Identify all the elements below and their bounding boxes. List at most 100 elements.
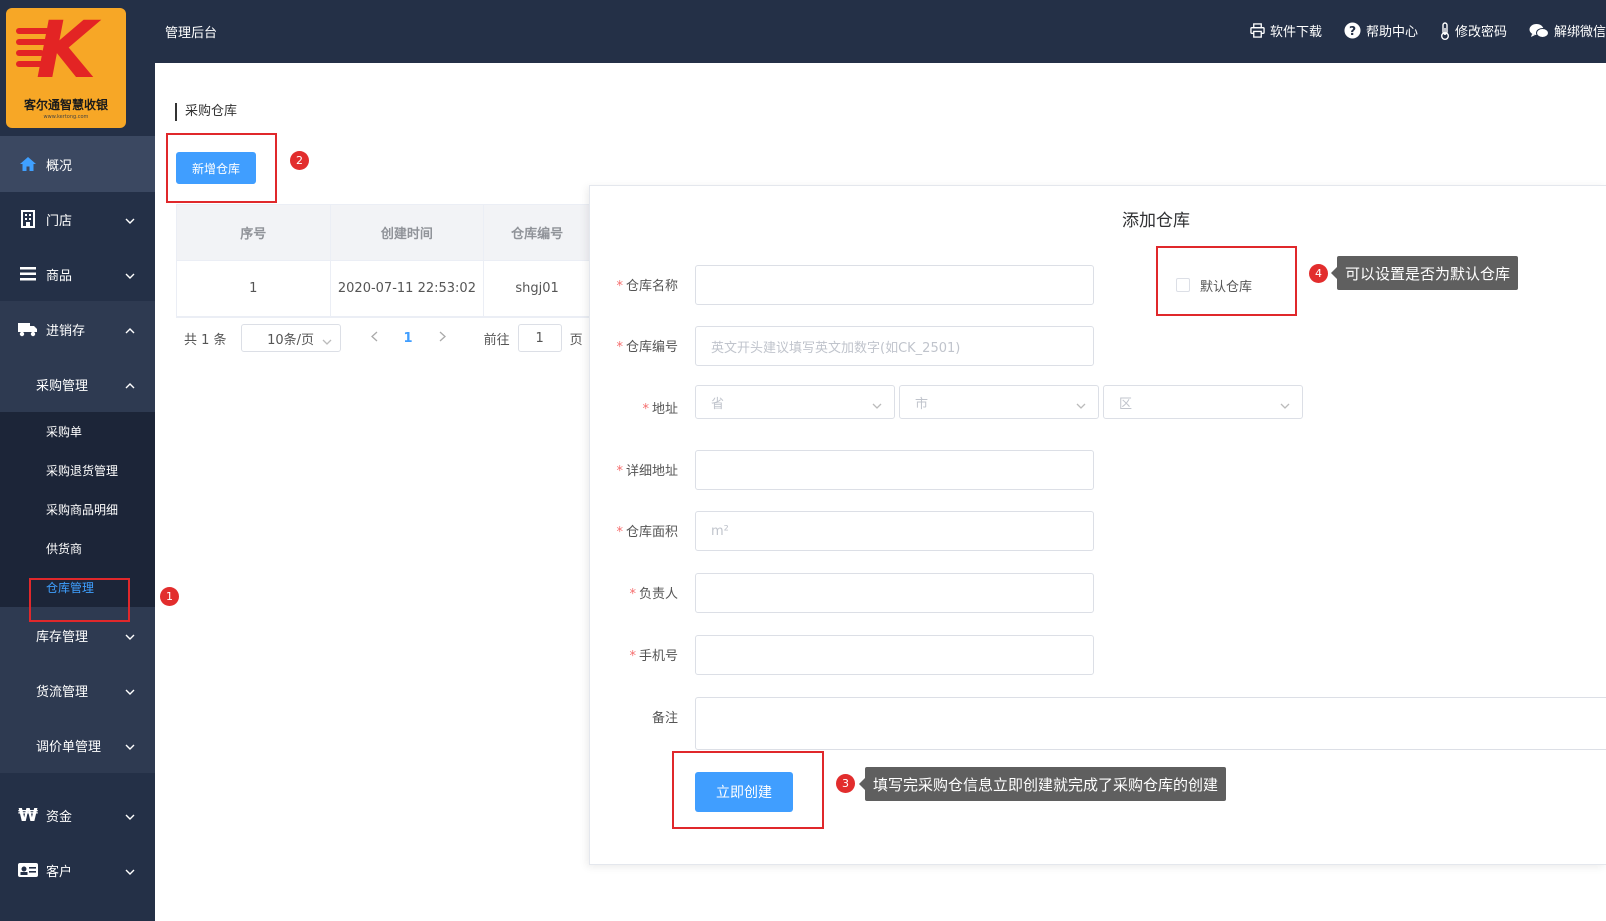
manager-input[interactable] xyxy=(695,573,1094,613)
chevron-down-icon xyxy=(125,864,135,879)
chevron-down-icon xyxy=(125,213,135,228)
chevron-down-icon xyxy=(125,684,135,699)
sidebar: K 客尔通智慧收银 www.kertong.com 概况 门店 商品 进销存 采… xyxy=(0,0,155,921)
sidebar-item-label: 货流管理 xyxy=(36,684,89,700)
sidebar-item-customers[interactable]: 客户 xyxy=(0,842,155,898)
warehouse-table: 序号 创建时间 仓库编号 1 2020-07-11 22:53:02 shgj0… xyxy=(176,204,591,318)
tool-label: 软件下载 xyxy=(1269,25,1322,40)
page-number-current[interactable]: 1 xyxy=(404,331,413,346)
sidebar-item-label: 商品 xyxy=(46,268,73,284)
label-address: * 地址 xyxy=(642,402,678,417)
cell-index: 1 xyxy=(177,261,331,316)
step-badge-2: 2 xyxy=(290,151,309,170)
sidebar-item-funds[interactable]: ₩ 资金 xyxy=(0,787,155,843)
help-center-link[interactable]: ? 帮助中心 xyxy=(1344,21,1418,40)
step-badge-3: 3 xyxy=(836,774,855,793)
sidebar-item-label: 进销存 xyxy=(46,323,86,339)
sidebar-item-label: 采购管理 xyxy=(36,378,89,394)
dialog-title: 添加仓库 xyxy=(1122,211,1190,231)
next-page-icon[interactable] xyxy=(439,331,446,346)
step-badge-1: 1 xyxy=(160,587,179,606)
highlight-box-create xyxy=(672,751,824,829)
label-warehouse-name: * 仓库名称 xyxy=(616,279,678,294)
warehouse-area-input[interactable]: m² xyxy=(695,511,1094,551)
sidebar-item-inventory[interactable]: 进销存 xyxy=(0,301,155,357)
label-detail-address: * 详细地址 xyxy=(616,464,678,479)
goto-suffix: 页 xyxy=(569,332,583,348)
chevron-down-icon xyxy=(322,334,332,349)
pagination: 共 1 条 10条/页 1 前往 1 页 xyxy=(184,324,583,352)
truck-icon xyxy=(18,321,38,337)
cell-created: 2020-07-11 22:53:02 xyxy=(331,261,485,316)
label-phone: * 手机号 xyxy=(629,649,678,664)
page-size-value: 10条/页 xyxy=(267,332,315,348)
province-select[interactable]: 省 xyxy=(695,385,895,419)
sidebar-item-purchase-return[interactable]: 采购退货管理 xyxy=(0,451,155,490)
logo-letter: K xyxy=(36,8,97,96)
table-row[interactable]: 1 2020-07-11 22:53:02 shgj01 xyxy=(177,261,590,317)
tooltip-default-warehouse: 可以设置是否为默认仓库 xyxy=(1330,256,1519,290)
chevron-down-icon xyxy=(125,739,135,754)
label-remark: 备注 xyxy=(651,711,678,726)
chevron-down-icon xyxy=(125,629,135,644)
warehouse-name-input[interactable] xyxy=(695,265,1094,305)
sidebar-item-supplier[interactable]: 供货商 xyxy=(0,529,155,568)
list-icon xyxy=(18,267,38,281)
change-password-link[interactable]: 修改密码 xyxy=(1440,21,1507,40)
help-icon: ? xyxy=(1344,22,1361,39)
district-select[interactable]: 区 xyxy=(1103,385,1303,419)
cell-code: shgj01 xyxy=(515,281,559,296)
sidebar-item-price-mgmt[interactable]: 调价单管理 xyxy=(0,717,155,773)
brand-logo[interactable]: K 客尔通智慧收银 www.kertong.com xyxy=(6,8,126,128)
home-icon xyxy=(18,156,38,172)
goto-page-input[interactable]: 1 xyxy=(517,324,562,352)
sidebar-item-store[interactable]: 门店 xyxy=(0,191,155,247)
top-bar: 管理后台 软件下载 ? 帮助中心 修改密码 解绑微信 xyxy=(155,0,1606,63)
label-warehouse-code: * 仓库编号 xyxy=(616,340,678,355)
sidebar-item-label: 客户 xyxy=(46,864,73,880)
sidebar-item-overview[interactable]: 概况 xyxy=(0,136,155,192)
chevron-down-icon xyxy=(1280,398,1290,413)
sidebar-item-label: 概况 xyxy=(46,158,73,174)
phone-input[interactable] xyxy=(695,635,1094,675)
label-warehouse-area: * 仓库面积 xyxy=(616,525,678,540)
id-card-icon xyxy=(18,862,38,878)
highlight-box-warehouse xyxy=(29,578,130,622)
city-select[interactable]: 市 xyxy=(899,385,1099,419)
building-icon xyxy=(18,210,38,228)
sidebar-item-label: 门店 xyxy=(46,213,73,229)
prev-page-icon[interactable] xyxy=(370,331,378,346)
highlight-box-default xyxy=(1156,246,1297,316)
sidebar-item-purchase-order[interactable]: 采购单 xyxy=(0,412,155,451)
sidebar-item-purchase-mgmt[interactable]: 采购管理 xyxy=(0,356,155,412)
column-header-index: 序号 xyxy=(177,205,331,260)
detail-address-input[interactable] xyxy=(695,450,1094,490)
download-software-link[interactable]: 软件下载 xyxy=(1250,21,1322,40)
wechat-icon xyxy=(1529,23,1549,38)
chevron-up-icon xyxy=(125,378,135,393)
highlight-box-add xyxy=(166,133,277,203)
chevron-up-icon xyxy=(125,323,135,338)
top-toolbar: 软件下载 ? 帮助中心 修改密码 解绑微信 xyxy=(1228,21,1606,40)
page-size-select[interactable]: 10条/页 xyxy=(240,324,341,352)
warehouse-code-input[interactable]: 英文开头建议填写英文加数字(如CK_2501) xyxy=(695,326,1094,366)
breadcrumb: 采购仓库 xyxy=(175,103,237,121)
sidebar-item-goods[interactable]: 商品 xyxy=(0,246,155,302)
sidebar-item-label: 调价单管理 xyxy=(36,739,102,755)
svg-text:?: ? xyxy=(1349,24,1356,38)
logo-brand-text: 客尔通智慧收银 xyxy=(23,98,108,112)
won-icon: ₩ xyxy=(18,804,38,826)
sidebar-item-label: 库存管理 xyxy=(36,629,89,645)
tool-label: 帮助中心 xyxy=(1365,25,1418,40)
tooltip-create: 填写完采购仓信息立即创建就完成了采购仓库的创建 xyxy=(858,767,1227,801)
sidebar-item-purchase-detail[interactable]: 采购商品明细 xyxy=(0,490,155,529)
unbind-wechat-link[interactable]: 解绑微信 xyxy=(1529,21,1606,40)
sidebar-item-label: 资金 xyxy=(46,809,73,825)
chevron-down-icon xyxy=(1076,398,1086,413)
label-manager: * 负责人 xyxy=(629,587,678,602)
sidebar-item-logistics-mgmt[interactable]: 货流管理 xyxy=(0,662,155,718)
tool-label: 修改密码 xyxy=(1454,25,1507,40)
remark-textarea[interactable] xyxy=(695,697,1606,750)
chevron-down-icon xyxy=(872,398,882,413)
chevron-down-icon xyxy=(125,268,135,283)
